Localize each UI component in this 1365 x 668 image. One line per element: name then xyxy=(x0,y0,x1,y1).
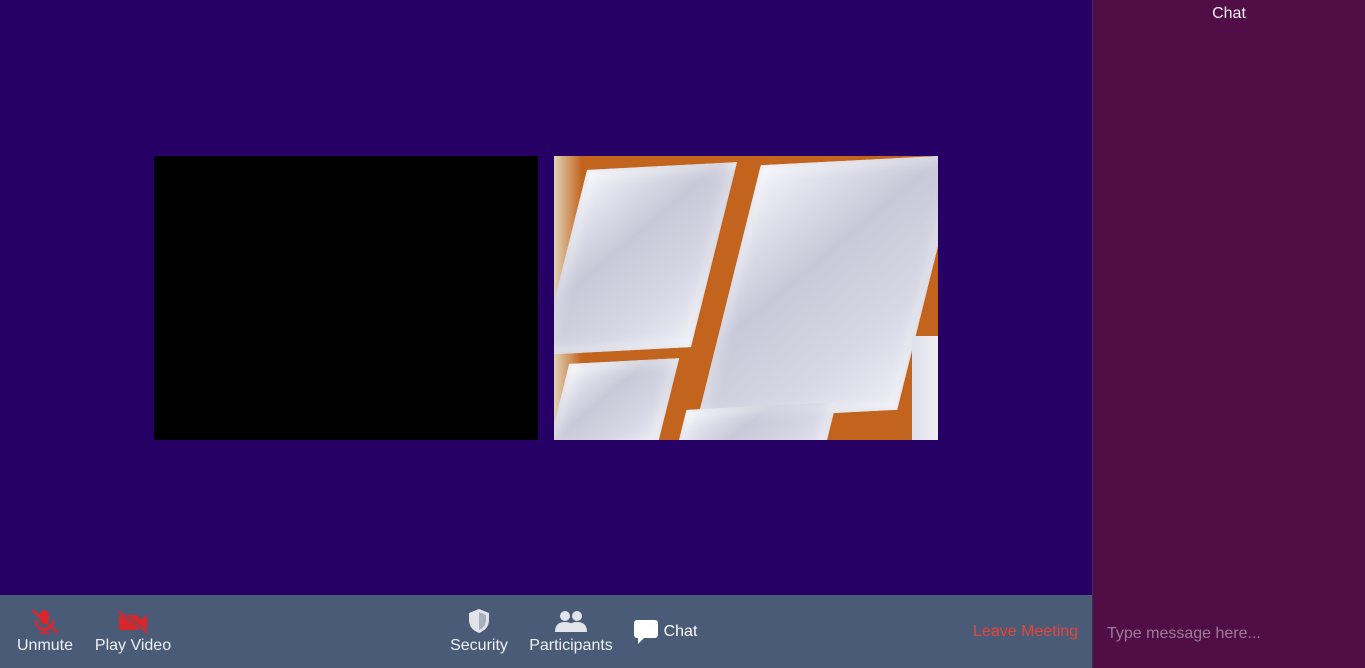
meeting-toolbar: Unmute Play Video Security Participants … xyxy=(0,595,1092,668)
chat-message-input[interactable] xyxy=(1093,610,1365,658)
webcam-pane xyxy=(912,336,938,440)
webcam-pane xyxy=(671,402,837,440)
security-button[interactable]: Security xyxy=(448,595,510,668)
leave-meeting-button[interactable]: Leave Meeting xyxy=(973,595,1078,668)
video-stage xyxy=(0,0,1092,595)
webcam-pane xyxy=(554,162,738,355)
people-icon xyxy=(554,608,588,634)
chat-bubble-icon xyxy=(633,619,659,645)
unmute-button[interactable]: Unmute xyxy=(14,595,76,668)
participants-label: Participants xyxy=(529,637,613,654)
webcam-pane xyxy=(554,358,680,440)
video-off-icon xyxy=(116,608,150,634)
video-tile-self xyxy=(154,156,538,440)
unmute-label: Unmute xyxy=(16,637,74,654)
shield-icon xyxy=(467,608,491,634)
participants-button[interactable]: Participants xyxy=(526,595,616,668)
play-video-label: Play Video xyxy=(94,637,172,654)
chat-label: Chat xyxy=(663,622,698,640)
mic-muted-icon xyxy=(29,608,61,634)
play-video-button[interactable]: Play Video xyxy=(92,595,174,668)
chat-button[interactable]: Chat xyxy=(630,595,700,668)
webcam-pane xyxy=(697,156,938,421)
chat-panel-title: Chat xyxy=(1212,5,1246,22)
security-label: Security xyxy=(450,637,508,654)
video-tile-remote xyxy=(554,156,938,440)
chat-panel: Chat xyxy=(1092,0,1365,668)
